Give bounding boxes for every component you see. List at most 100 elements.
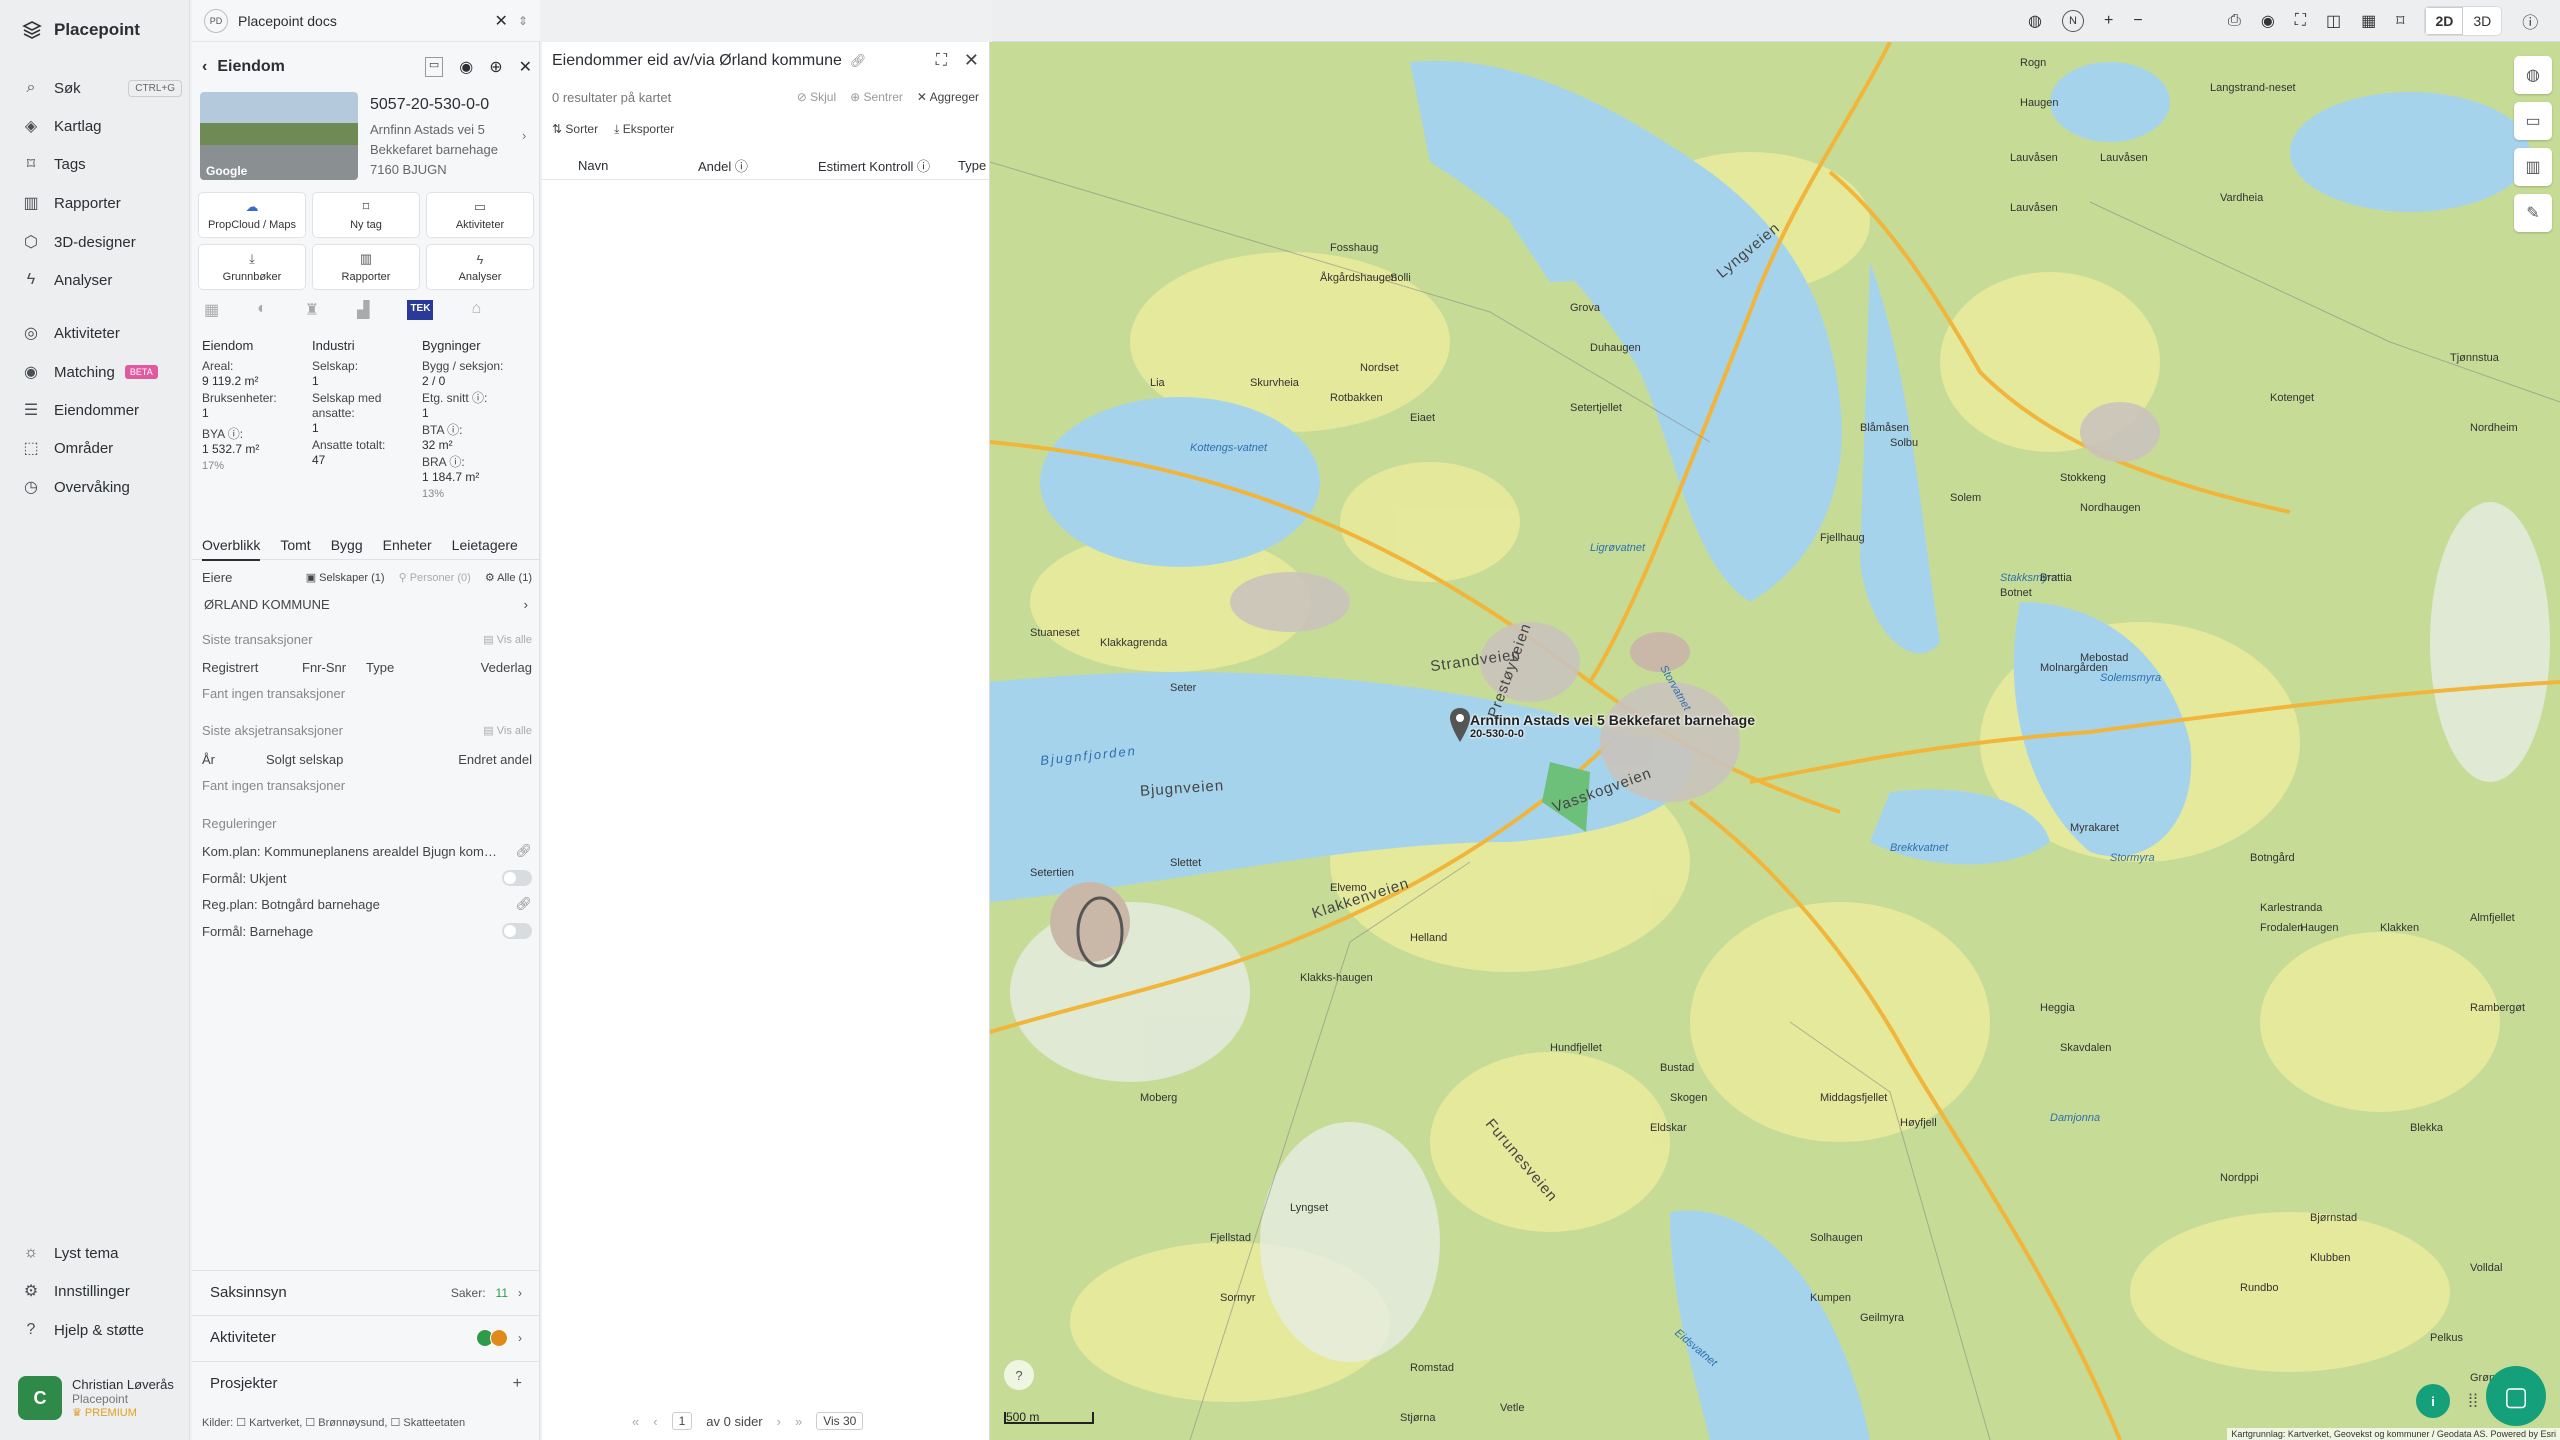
link-icon[interactable]: 🔗︎ — [515, 896, 532, 912]
nav-item-overvaking[interactable]: ◷ Overvåking — [22, 473, 182, 501]
map-info-button[interactable]: i — [2416, 1384, 2450, 1418]
tab-enheter[interactable]: Enheter — [383, 537, 432, 553]
close-icon[interactable]: ✕ — [495, 11, 508, 31]
filter-selskaper[interactable]: ▣ Selskaper (1) — [306, 571, 385, 584]
street-view-thumbnail[interactable]: Google — [200, 92, 358, 180]
info-icon[interactable]: ⓘ — [2522, 9, 2538, 33]
page-size-select[interactable]: Vis 30 — [816, 1412, 864, 1430]
tab-bygg[interactable]: Bygg — [331, 537, 363, 553]
regulation-row[interactable]: Kom.plan: Kommuneplanens arealdel Bjugn … — [202, 843, 532, 859]
user-profile[interactable]: C Christian Løverås Placepoint ♛ PREMIUM — [18, 1372, 183, 1424]
nav-item-aktiviteter[interactable]: ◎ Aktiviteter — [22, 319, 182, 347]
marker-label[interactable]: Arnfinn Astads vei 5 Bekkefaret barnehag… — [1470, 712, 1755, 728]
last-page-icon[interactable]: » — [795, 1414, 802, 1429]
close-icon[interactable]: ✕ — [519, 57, 532, 77]
industry-icon[interactable]: ♜ — [305, 300, 319, 320]
filter-alle[interactable]: ⚙ Alle (1) — [485, 571, 532, 584]
fullscreen-icon[interactable]: ⛶ — [2295, 12, 2306, 30]
print-icon[interactable]: ⎙ — [2228, 12, 2241, 30]
column-header[interactable]: Navn — [578, 158, 698, 173]
grunnboker-button[interactable]: ⤓ Grunnbøker — [198, 244, 306, 290]
mode-3d-button[interactable]: 3D — [2463, 7, 2501, 35]
camera-icon[interactable]: ◫ — [2326, 11, 2341, 31]
zoom-in-icon[interactable]: + — [2104, 12, 2113, 30]
brand-logo[interactable]: Placepoint — [22, 20, 140, 40]
grid-dots-icon[interactable]: ⁞⁞ — [2468, 1391, 2478, 1412]
nav-item-innstillinger[interactable]: ⚙ Innstillinger — [22, 1277, 182, 1305]
grid-icon[interactable]: ▦ — [2361, 11, 2376, 31]
nav-item-eiendommer[interactable]: ☰ Eiendommer — [22, 396, 182, 424]
id-card-icon[interactable]: ▭ — [424, 57, 444, 77]
nav-item-tags[interactable]: ⌑ Tags — [22, 150, 182, 178]
eye-icon[interactable]: ◉ — [459, 57, 473, 77]
chat-button[interactable]: ▢ — [2486, 1366, 2546, 1426]
target-icon[interactable]: ⊕ — [489, 57, 502, 77]
tab-overblikk[interactable]: Overblikk — [202, 537, 261, 561]
column-header[interactable]: Andel ⓘ — [698, 156, 818, 175]
new-tag-button[interactable]: ⌑ Ny tag — [312, 192, 420, 238]
activities-button[interactable]: ▭ Aktiviteter — [426, 192, 534, 238]
vis-alle-link[interactable]: ▤ Vis alle — [483, 724, 532, 737]
nav-item-analyser[interactable]: ϟ Analyser — [22, 266, 182, 294]
owner-row[interactable]: ØRLAND KOMMUNE › — [202, 597, 530, 612]
chevron-updown-icon[interactable]: ⇕ — [518, 14, 528, 28]
export-button[interactable]: ⤓ Eksporter — [614, 122, 674, 137]
prosjekter-accordion[interactable]: Prosjekter + — [192, 1361, 540, 1405]
layers-toggle-icon[interactable]: ◍ — [2028, 11, 2042, 31]
aktiviteter-accordion[interactable]: Aktiviteter › — [192, 1315, 540, 1359]
map-chart-button[interactable]: ▥ — [2514, 148, 2552, 186]
tek-badge[interactable]: TEK — [407, 300, 434, 320]
mode-2d-button[interactable]: 2D — [2425, 7, 2464, 35]
propcloud-button[interactable]: ☁ PropCloud / Maps — [198, 192, 306, 238]
next-page-icon[interactable]: › — [777, 1414, 781, 1429]
map-pin-icon[interactable] — [1450, 708, 1470, 742]
property-address[interactable]: Arnfinn Astads vei 5 Bekkefaret barnehag… — [370, 120, 498, 180]
sort-button[interactable]: ⇅ Sorter — [552, 122, 598, 137]
bookmark-icon[interactable]: ⌑ — [2396, 11, 2404, 31]
compass-icon[interactable]: N — [2061, 10, 2084, 32]
plus-icon[interactable]: + — [513, 1375, 522, 1393]
map-measure-button[interactable]: ▭ — [2514, 102, 2552, 140]
map-canvas[interactable]: Arnfinn Astads vei 5 Bekkefaret barnehag… — [990, 42, 2560, 1440]
center-button[interactable]: ⊕ Sentrer — [850, 90, 903, 104]
purpose-toggle[interactable] — [502, 870, 532, 886]
vis-alle-link[interactable]: ▤ Vis alle — [483, 633, 532, 646]
nav-item-rapporter[interactable]: ▥ Rapporter — [22, 189, 182, 217]
nav-item-kartlag[interactable]: ◈ Kartlag — [22, 112, 182, 140]
chevron-right-icon[interactable]: › — [522, 128, 526, 143]
first-page-icon[interactable]: « — [632, 1414, 639, 1429]
purpose-toggle[interactable] — [502, 923, 532, 939]
column-header[interactable]: Estimert Kontroll ⓘ — [818, 156, 958, 175]
prev-page-icon[interactable]: ‹ — [653, 1414, 657, 1429]
regulation-row[interactable]: Reg.plan: Botngård barnehage 🔗︎ — [202, 896, 532, 912]
saksinnsyn-accordion[interactable]: Saksinnsyn Saker: 11 › — [192, 1270, 540, 1314]
filter-personer[interactable]: ⚲ Personer (0) — [399, 571, 471, 584]
link-icon[interactable]: 🔗︎ — [850, 53, 867, 69]
globe-icon[interactable]: ◐ — [257, 300, 267, 320]
column-header[interactable]: Type — [958, 158, 986, 173]
close-icon[interactable]: ✕ — [964, 50, 979, 71]
analyses-button[interactable]: ϟ Analyser — [426, 244, 534, 290]
zoom-out-icon[interactable]: − — [2133, 12, 2142, 30]
nav-item-search[interactable]: ⌕ Søk CTRL+G — [22, 74, 182, 102]
nav-item-hjelp[interactable]: ? Hjelp & støtte — [22, 1316, 182, 1344]
nav-item-3d-designer[interactable]: ⬡ 3D-designer — [22, 228, 182, 256]
nav-item-matching[interactable]: ◉ Matching BETA — [22, 358, 182, 386]
tab-tomt[interactable]: Tomt — [280, 537, 310, 553]
building-icon[interactable]: ▦ — [204, 300, 219, 320]
eye-icon[interactable]: ◉ — [2261, 11, 2275, 31]
aggregate-button[interactable]: ✕ Aggreger — [917, 90, 979, 104]
help-icon[interactable]: ? — [1004, 1360, 1034, 1390]
hide-button[interactable]: ⊘ Skjul — [797, 90, 836, 104]
nav-item-omrader[interactable]: ⬚ Områder — [22, 434, 182, 462]
nav-item-lyst-tema[interactable]: ☼ Lyst tema — [22, 1239, 182, 1267]
bars-icon[interactable]: ▟ — [357, 300, 369, 320]
reports-button[interactable]: ▥ Rapporter — [312, 244, 420, 290]
back-icon[interactable]: ‹ — [202, 58, 207, 76]
doc-title[interactable]: Placepoint docs — [238, 13, 337, 29]
home-icon[interactable]: ⌂ — [471, 300, 481, 320]
link-icon[interactable]: 🔗︎ — [515, 843, 532, 859]
page-input[interactable]: 1 — [671, 1412, 693, 1430]
expand-icon[interactable]: ⛶ — [936, 52, 947, 70]
map-draw-button[interactable]: ✎ — [2514, 194, 2552, 232]
